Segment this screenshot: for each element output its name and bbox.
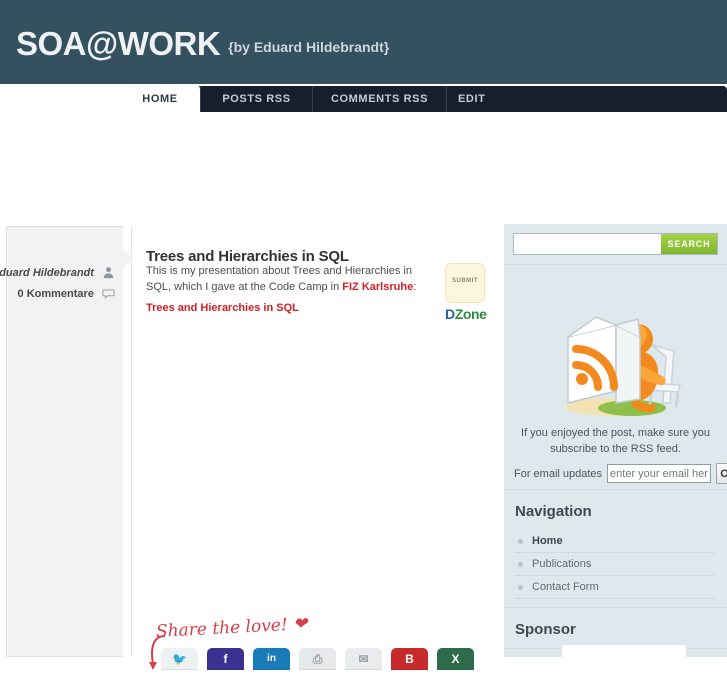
navigation-heading: Navigation [515,503,592,520]
heart-icon: ❤ [292,614,308,635]
dzone-brand-d: D [445,306,455,322]
sponsor-section: Sponsor [504,608,727,673]
dzone-submit-box[interactable]: SUBMIT [445,263,485,303]
share-caption-text: Share the love! [155,615,289,642]
sidebar-item-contact-form[interactable]: Contact Form [515,576,716,599]
main-navigation: HOME POSTS RSS COMMENTS RSS EDIT [120,84,727,112]
facebook-glyph: f [223,652,228,666]
blogger-glyph: B [405,652,414,666]
sidebar-item-contact-form-label: Contact Form [532,581,599,593]
bullet-icon [518,585,523,590]
dzone-brand: DZone [445,306,487,322]
sidebar-item-publications-label: Publications [532,558,592,570]
printer-glyph: ⎙ [312,652,323,666]
post-body-part2: : [413,281,417,293]
dzone-submit-label: SUBMIT [452,278,478,284]
linkedin-glyph: in [267,653,276,664]
bullet-icon [518,539,523,544]
sponsor-heading: Sponsor [515,621,576,638]
twitter-glyph: 🐦 [172,652,187,666]
page-body: Eduard Hildebrandt 0 Kommentare Trees an… [0,112,727,673]
post-comment-count: 0 Kommentare [18,287,115,300]
share-icon-list: 🐦 f in ⎙ ✉ B X [161,648,474,670]
navigation-list: Home Publications Contact Form [504,530,727,607]
tab-posts-rss[interactable]: POSTS RSS [200,86,312,112]
sponsor-banner[interactable] [562,645,686,673]
site-tagline: {by Eduard Hildebrandt} [228,39,390,55]
email-ok-button[interactable]: OK [716,463,727,484]
sidebar-item-home[interactable]: Home [515,530,716,553]
dzone-brand-zone: Zone [454,306,487,322]
post-comment-count-label: 0 Kommentare [17,288,94,300]
blogger-share-icon[interactable]: B [391,648,428,670]
user-icon [102,266,115,279]
post-presentation-link[interactable]: Trees and Hierarchies in SQL [146,302,299,314]
dzone-widget[interactable]: SUBMIT DZone [445,263,487,322]
email-input[interactable] [607,464,712,483]
post-meta-sidebar: Eduard Hildebrandt 0 Kommentare [0,226,123,657]
navigation-section: Navigation Home Publications Contact For… [504,490,727,608]
rss-subscribe-section: If you enjoyed the post, make sure you s… [504,265,727,490]
site-header: SOA@WORK {by Eduard Hildebrandt} [0,0,727,84]
tab-home[interactable]: HOME [120,84,200,112]
post-author-label: Eduard Hildebrandt [0,267,94,279]
site-title-text: SOA@WORK [16,25,221,62]
tab-comments-rss[interactable]: COMMENTS RSS [312,86,446,112]
search-section: SEARCH [504,224,727,265]
email-updates-label: For email updates [514,467,603,480]
search-form: SEARCH [513,233,718,255]
share-caption: Share the love! ❤ [156,614,308,642]
sidebar-item-publications[interactable]: Publications [515,553,716,576]
email-subscribe-form: For email updates OK [514,463,727,484]
post-body-highlight[interactable]: FIZ Karlsruhe [342,281,413,293]
xing-glyph: X [451,652,460,666]
post-body: This is my presentation about Trees and … [146,263,438,295]
printer-share-icon[interactable]: ⎙ [299,648,336,670]
sidebar-item-home-label: Home [532,535,563,547]
linkedin-share-icon[interactable]: in [253,648,290,670]
bullet-icon [518,562,523,567]
post-article: Trees and Hierarchies in SQL This is my … [131,226,496,670]
rss-subscribe-text: If you enjoyed the post, make sure you s… [521,427,710,455]
search-button[interactable]: SEARCH [661,234,717,254]
facebook-share-icon[interactable]: f [207,648,244,670]
rss-reader-illustration [566,316,681,416]
site-title: SOA@WORK {by Eduard Hildebrandt} [16,26,389,65]
email-share-icon[interactable]: ✉ [345,648,382,670]
xing-share-icon[interactable]: X [437,648,474,670]
post-author: Eduard Hildebrandt [0,266,115,279]
twitter-share-icon[interactable]: 🐦 [161,648,198,670]
tab-edit[interactable]: EDIT [446,86,506,112]
search-input[interactable] [514,234,661,254]
comment-bubble-icon [102,287,115,300]
email-glyph: ✉ [358,652,369,666]
right-sidebar: SEARCH If you enjoyed the post, make sur… [504,224,727,673]
